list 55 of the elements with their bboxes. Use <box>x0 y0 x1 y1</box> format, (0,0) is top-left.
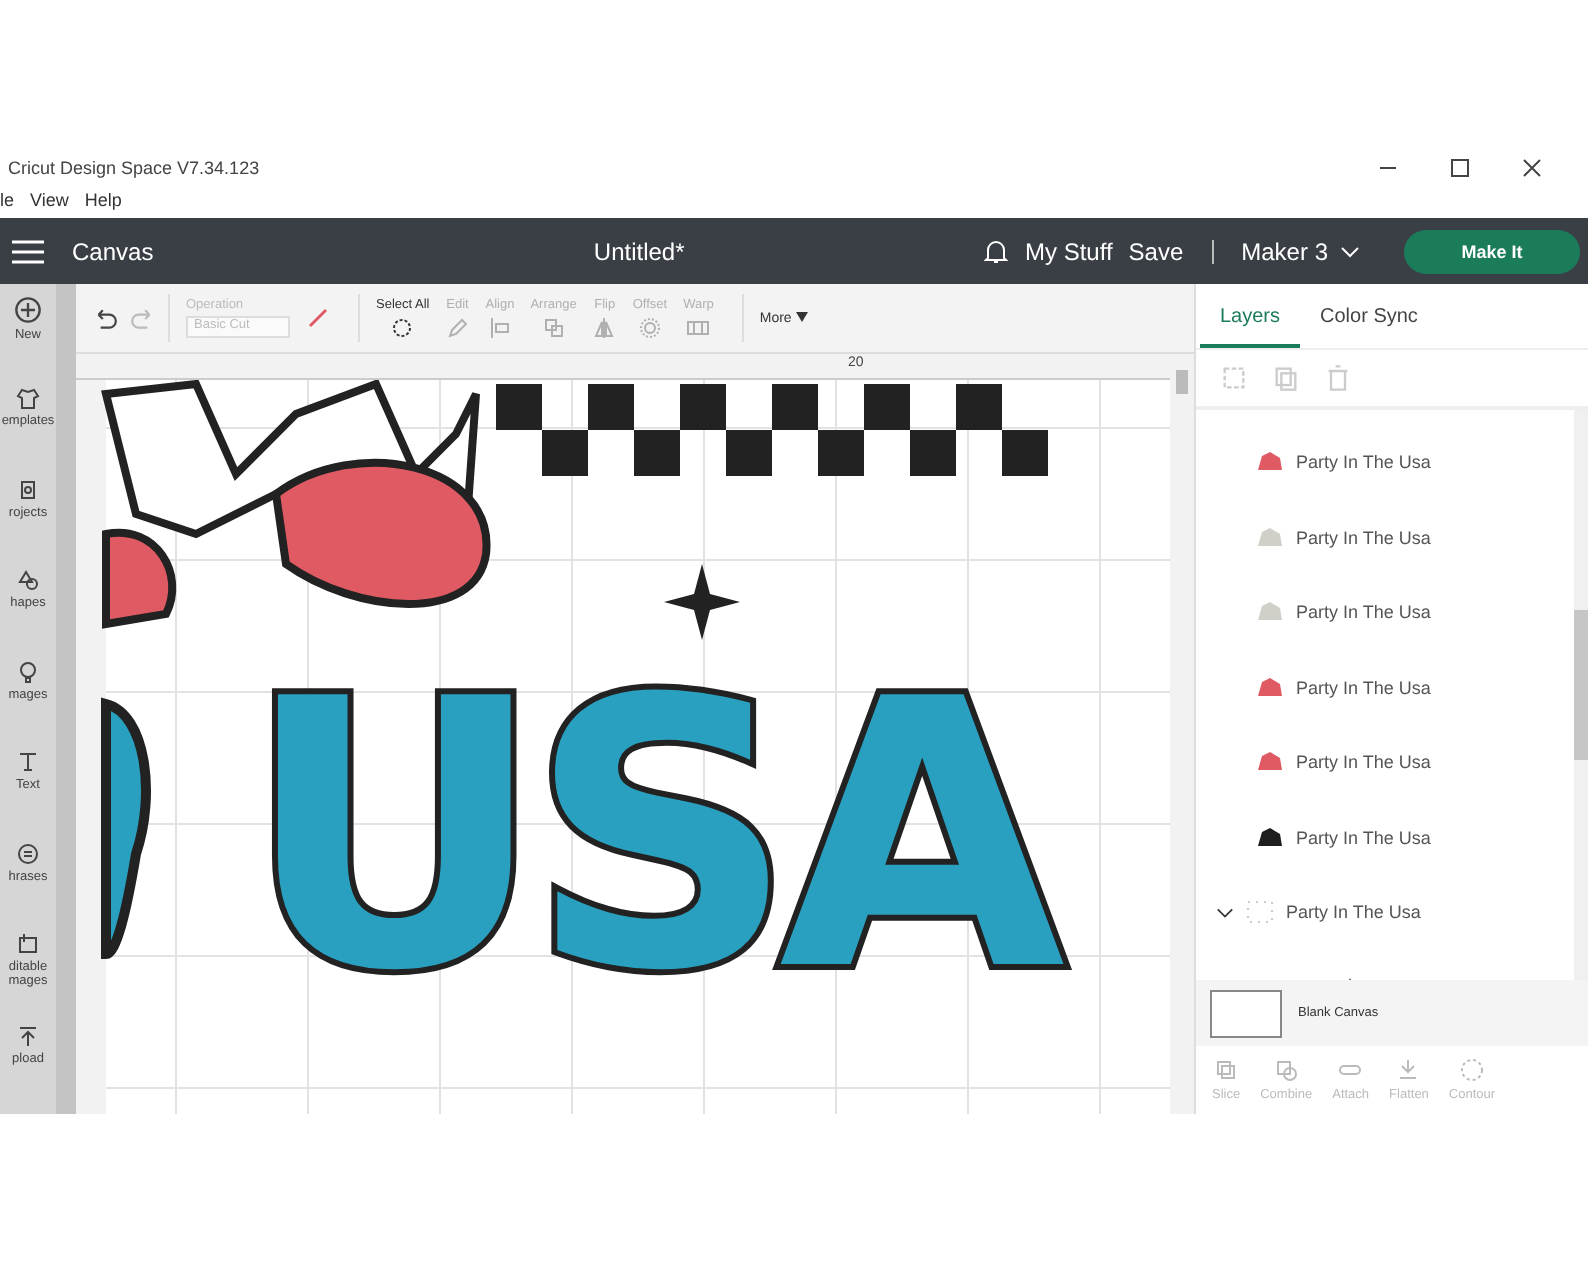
menu-icon[interactable] <box>12 239 44 263</box>
group-icon <box>1220 363 1248 392</box>
layers-scrollbar[interactable] <box>1574 409 1588 981</box>
document-title: Untitled* <box>591 237 687 265</box>
upload-icon <box>16 1023 40 1047</box>
menu-item[interactable]: le <box>0 190 15 210</box>
close-icon[interactable] <box>1520 155 1544 179</box>
make-it-button[interactable]: Make It <box>1404 229 1580 273</box>
header-link[interactable]: Save <box>1128 237 1184 265</box>
layer-item[interactable]: Party In The Usa <box>1196 425 1574 501</box>
combine-icon <box>1274 1058 1299 1082</box>
node-edit-icon <box>16 932 40 957</box>
warp-icon <box>686 315 711 339</box>
undo-icon[interactable] <box>92 305 118 331</box>
panel-tab[interactable]: Layers <box>1200 305 1301 348</box>
offset-icon <box>637 315 662 339</box>
document-icon <box>16 477 40 502</box>
speech-bubble-icon <box>16 841 40 866</box>
flatten-icon <box>1396 1058 1421 1082</box>
caret-icon <box>795 311 808 321</box>
menu-item[interactable]: View <box>30 190 69 210</box>
shirt-icon <box>16 386 40 411</box>
lightbulb-icon <box>16 659 40 684</box>
contour-icon <box>1459 1058 1484 1082</box>
section-title: Canvas <box>72 237 154 265</box>
layer-item[interactable]: Party In The Usa <box>1196 650 1574 726</box>
window-title: Cricut Design Space V7.34.123 <box>6 157 260 177</box>
select-all-icon <box>390 315 415 339</box>
slice-icon <box>1214 1058 1239 1082</box>
chevron-down-icon[interactable] <box>1216 903 1234 922</box>
sidebar-scrollbar[interactable] <box>56 284 76 1114</box>
menu-item[interactable]: Help <box>84 190 122 210</box>
shapes-icon <box>16 568 40 593</box>
layer-item[interactable]: Party In The Usa <box>1196 875 1574 951</box>
pen-color-icon[interactable] <box>306 306 330 330</box>
canvas-scrollbar[interactable] <box>1170 354 1194 1114</box>
chevron-down-icon[interactable] <box>1340 243 1360 259</box>
layer-item[interactable]: Party In The Usa <box>1196 800 1574 876</box>
flip-icon <box>592 315 617 339</box>
blank-canvas-swatch[interactable] <box>1210 989 1282 1038</box>
maximize-icon[interactable] <box>1448 155 1472 179</box>
layer-item[interactable]: Party In The Usa <box>1196 500 1574 576</box>
layer-item[interactable]: Party In The Usa <box>1196 575 1574 651</box>
header-link[interactable]: My Stuff <box>1024 237 1113 265</box>
plus-circle-icon <box>14 296 42 324</box>
layer-item[interactable]: Party In The Usa <box>1196 725 1574 801</box>
duplicate-icon <box>1272 363 1300 392</box>
arrange-icon <box>541 315 566 339</box>
pencil-icon <box>445 315 470 339</box>
machine-selector[interactable]: Maker 3 <box>1241 237 1328 265</box>
bell-icon[interactable] <box>984 238 1009 264</box>
align-icon <box>487 315 512 339</box>
text-icon <box>16 750 40 775</box>
trash-icon <box>1324 363 1352 392</box>
panel-tab[interactable]: Color Sync <box>1300 305 1438 348</box>
